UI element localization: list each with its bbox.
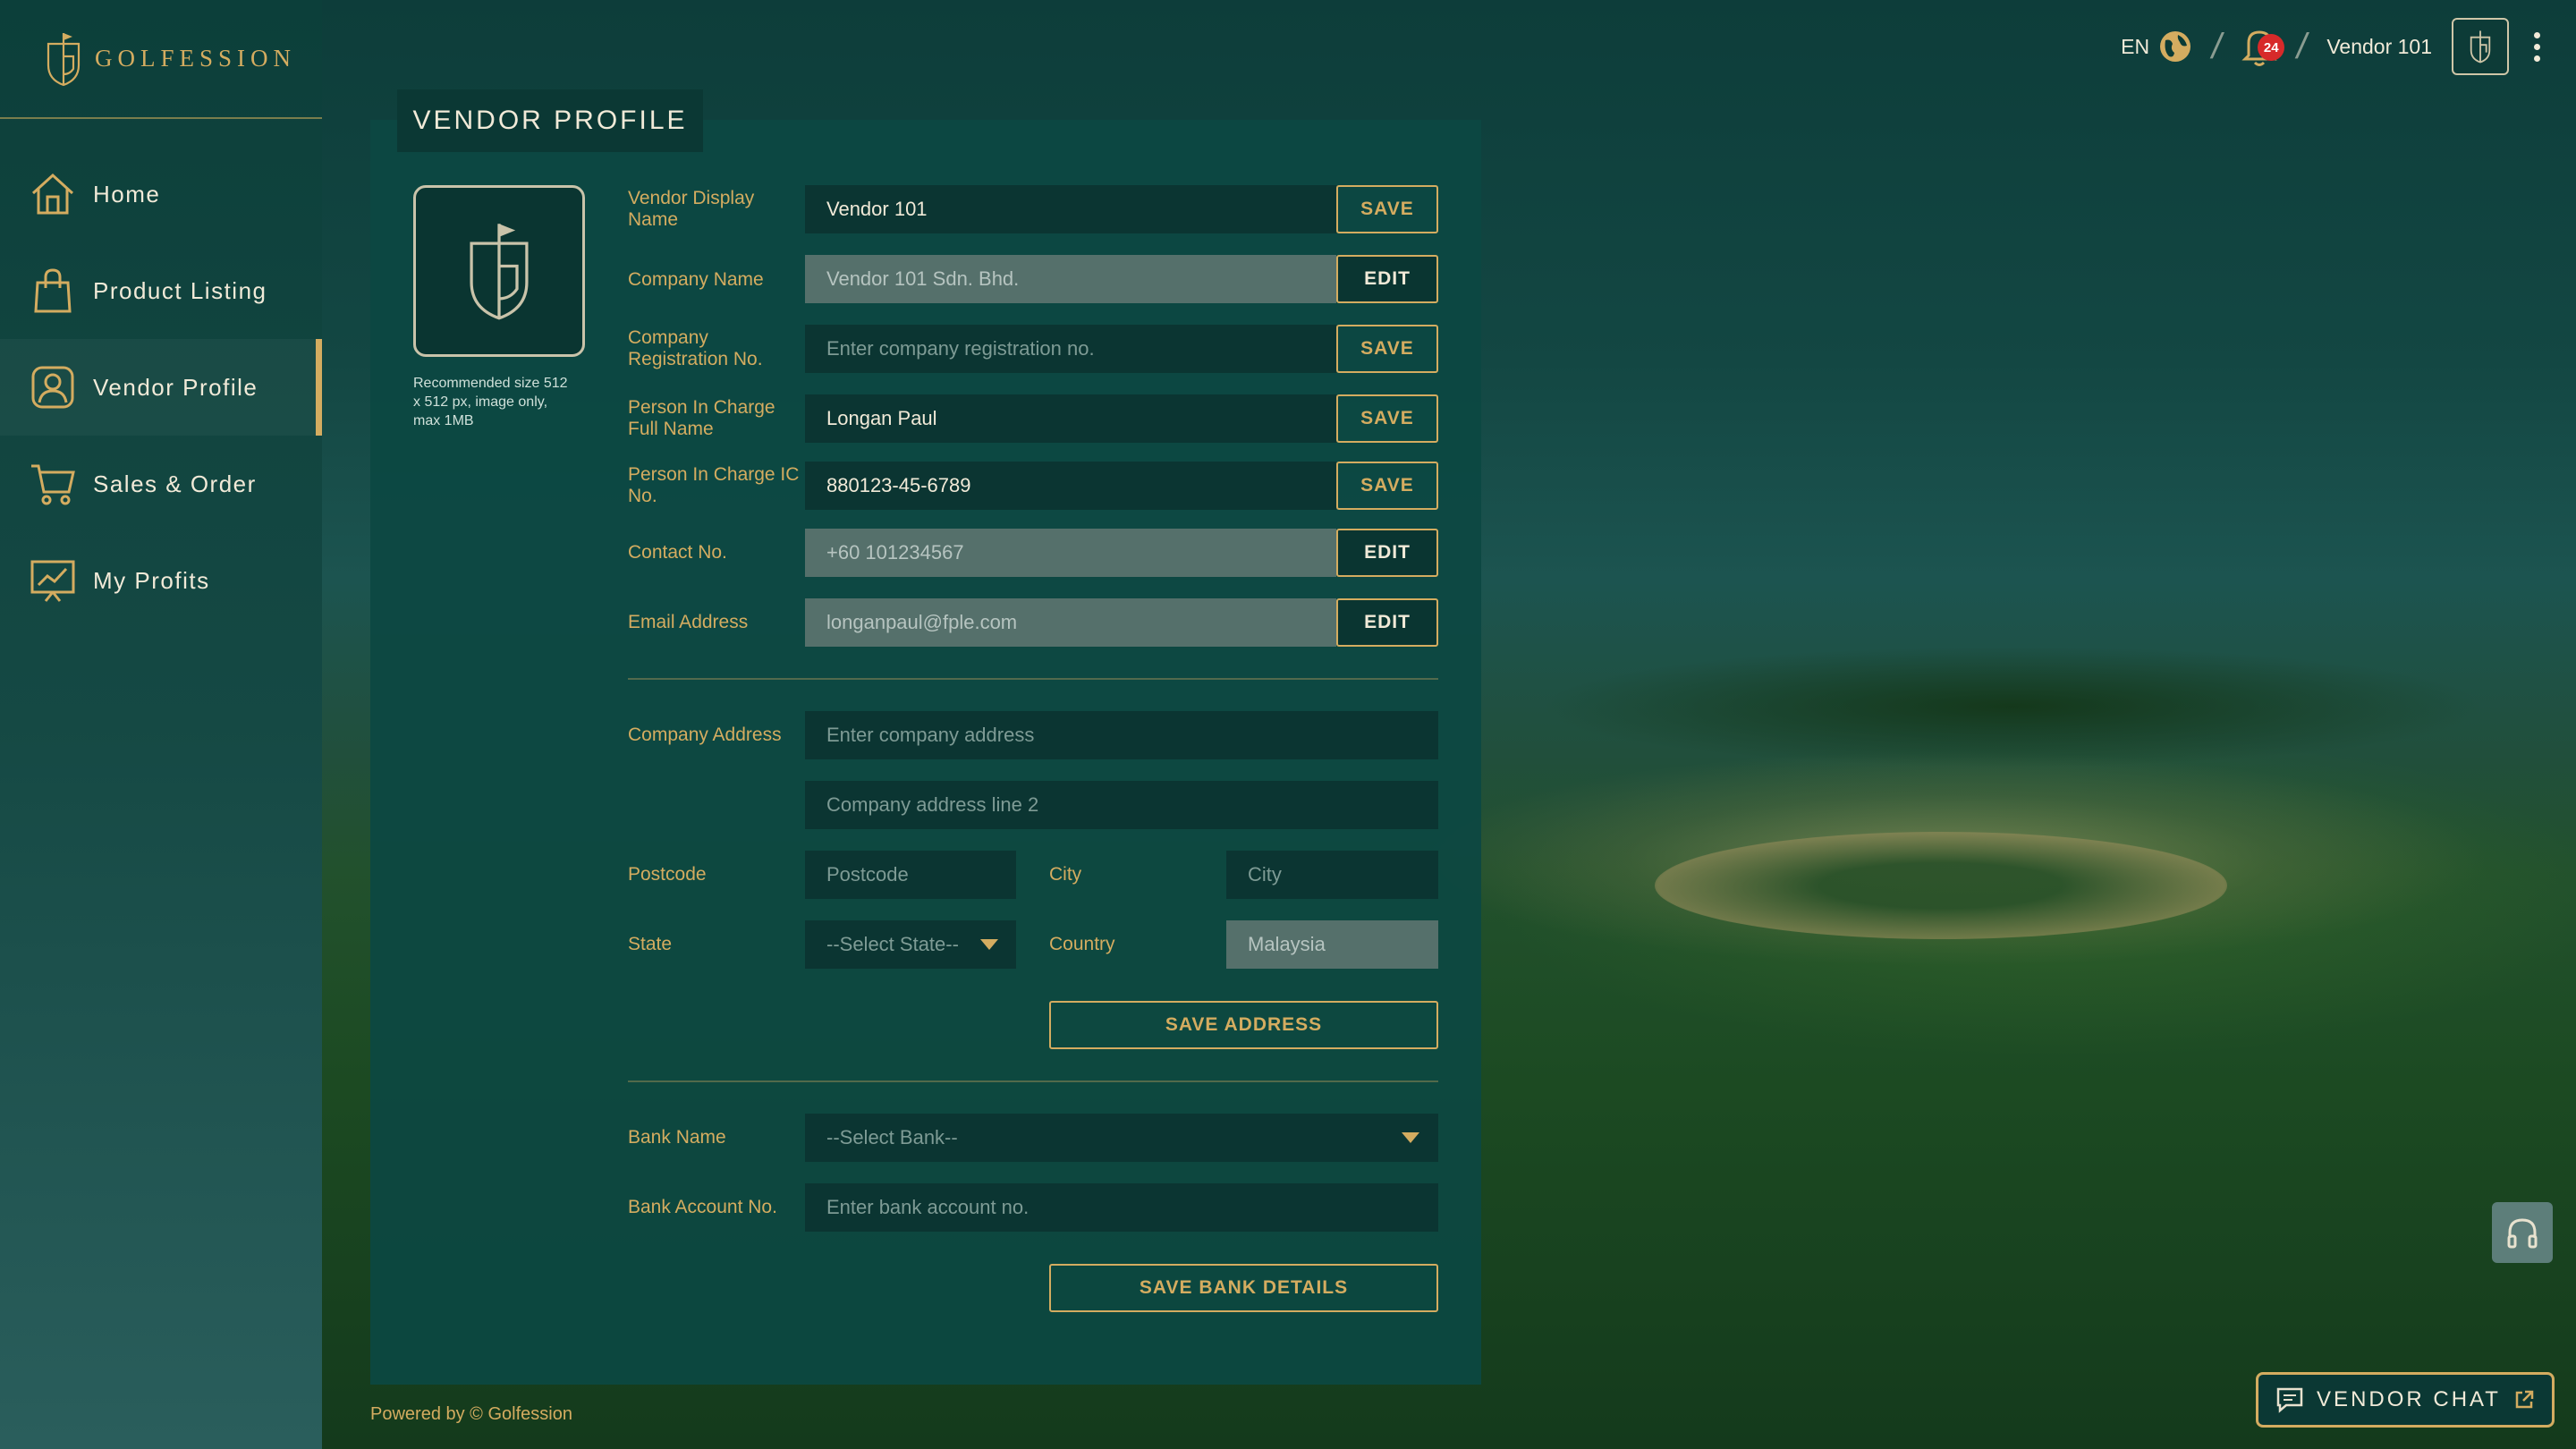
email-input[interactable]: longanpaul@fple.com (805, 598, 1336, 647)
sidebar-item-label: Sales & Order (93, 470, 257, 497)
display-name-input[interactable]: Vendor 101 (805, 185, 1336, 233)
pic-name-label: Person In Charge Full Name (628, 397, 775, 439)
sidebar-item-label: Vendor Profile (93, 373, 258, 401)
email-label: Email Address (628, 612, 749, 632)
avatar[interactable] (2452, 18, 2509, 75)
state-label: State (628, 934, 673, 954)
sidebar: GOLFESSION Home Product Listing Vendor P… (0, 0, 322, 1449)
save-address-button[interactable]: SAVE ADDRESS (1049, 1001, 1438, 1049)
footer-credit: Powered by © Golfession (370, 1404, 572, 1424)
sidebar-item-label: Home (93, 180, 161, 208)
chart-icon (29, 556, 77, 605)
edit-email-button[interactable]: EDIT (1336, 598, 1438, 647)
address-line2-input[interactable]: Company address line 2 (805, 781, 1438, 829)
save-display-name-button[interactable]: SAVE (1336, 185, 1438, 233)
city-label: City (1049, 864, 1082, 885)
sidebar-item-sales-order[interactable]: Sales & Order (0, 436, 322, 532)
chevron-down-icon (1402, 1132, 1419, 1143)
edit-contact-no-button[interactable]: EDIT (1336, 529, 1438, 577)
edit-company-name-button[interactable]: EDIT (1336, 255, 1438, 303)
external-link-icon (2515, 1390, 2534, 1409)
contact-no-label: Contact No. (628, 542, 727, 563)
address-line1-input[interactable]: Enter company address (805, 711, 1438, 759)
save-pic-ic-button[interactable]: SAVE (1336, 462, 1438, 510)
chevron-down-icon (980, 939, 998, 950)
home-icon (29, 170, 77, 218)
registration-no-input[interactable]: Enter company registration no. (805, 325, 1336, 373)
headset-icon (2507, 1218, 2538, 1249)
section-divider (628, 1080, 1438, 1082)
company-name-label: Company Name (628, 269, 764, 290)
chat-bubble-icon (2276, 1387, 2303, 1413)
sidebar-item-label: My Profits (93, 566, 210, 594)
country-label: Country (1049, 934, 1115, 954)
topbar: EN / 24 / Vendor 101 (2121, 18, 2540, 75)
vendor-chat-button[interactable]: VENDOR CHAT (2256, 1372, 2555, 1428)
registration-no-label: Company Registration No. (628, 327, 763, 369)
pic-ic-label: Person In Charge IC No. (628, 464, 800, 506)
separator: / (2293, 26, 2311, 66)
city-input[interactable]: City (1226, 851, 1438, 899)
save-bank-details-button[interactable]: SAVE BANK DETAILS (1049, 1264, 1438, 1312)
logo-upload-hint: Recommended size 512 x 512 px, image onl… (413, 376, 568, 428)
user-profile-icon (29, 363, 77, 411)
notification-badge: 24 (2258, 34, 2285, 61)
user-name[interactable]: Vendor 101 (2326, 35, 2432, 59)
separator: / (2208, 26, 2226, 66)
bank-name-label: Bank Name (628, 1127, 726, 1148)
bank-account-label: Bank Account No. (628, 1197, 777, 1217)
more-menu-icon[interactable] (2534, 31, 2540, 62)
sidebar-item-product-listing[interactable]: Product Listing (0, 242, 322, 339)
postcode-label: Postcode (628, 864, 707, 885)
language-selector[interactable]: EN (2121, 30, 2192, 64)
sidebar-item-my-profits[interactable]: My Profits (0, 532, 322, 629)
brand[interactable]: GOLFESSION (0, 0, 322, 119)
sidebar-item-vendor-profile[interactable]: Vendor Profile (0, 339, 322, 436)
support-button[interactable] (2492, 1202, 2553, 1263)
save-registration-no-button[interactable]: SAVE (1336, 325, 1438, 373)
pic-name-input[interactable]: Longan Paul (805, 394, 1336, 443)
postcode-input[interactable]: Postcode (805, 851, 1016, 899)
vendor-logo-upload[interactable] (413, 185, 585, 357)
company-name-input[interactable]: Vendor 101 Sdn. Bhd. (805, 255, 1336, 303)
notification-button[interactable]: 24 (2241, 25, 2285, 68)
save-pic-name-button[interactable]: SAVE (1336, 394, 1438, 443)
sidebar-nav: Home Product Listing Vendor Profile Sale… (0, 146, 322, 629)
vendor-chat-label: VENDOR CHAT (2317, 1387, 2501, 1411)
shopping-bag-icon (29, 267, 77, 315)
golfession-logo-icon (470, 224, 529, 320)
cart-icon (29, 460, 77, 508)
brand-name: GOLFESSION (95, 45, 297, 72)
globe-icon (2160, 31, 2191, 62)
pic-ic-input[interactable]: 880123-45-6789 (805, 462, 1336, 510)
country-input[interactable]: Malaysia (1226, 920, 1438, 969)
page-title: VENDOR PROFILE (397, 89, 703, 152)
sidebar-item-home[interactable]: Home (0, 146, 322, 242)
section-divider (628, 678, 1438, 680)
bank-name-select[interactable]: --Select Bank-- (805, 1114, 1438, 1162)
display-name-label: Vendor Display Name (628, 188, 755, 230)
golfession-logo-icon (2470, 30, 2491, 64)
golfession-logo-icon (47, 32, 80, 86)
contact-no-input[interactable]: +60 101234567 (805, 529, 1336, 577)
sidebar-item-label: Product Listing (93, 276, 267, 304)
company-address-label: Company Address (628, 724, 782, 745)
bank-account-input[interactable]: Enter bank account no. (805, 1183, 1438, 1232)
language-code: EN (2121, 34, 2150, 58)
